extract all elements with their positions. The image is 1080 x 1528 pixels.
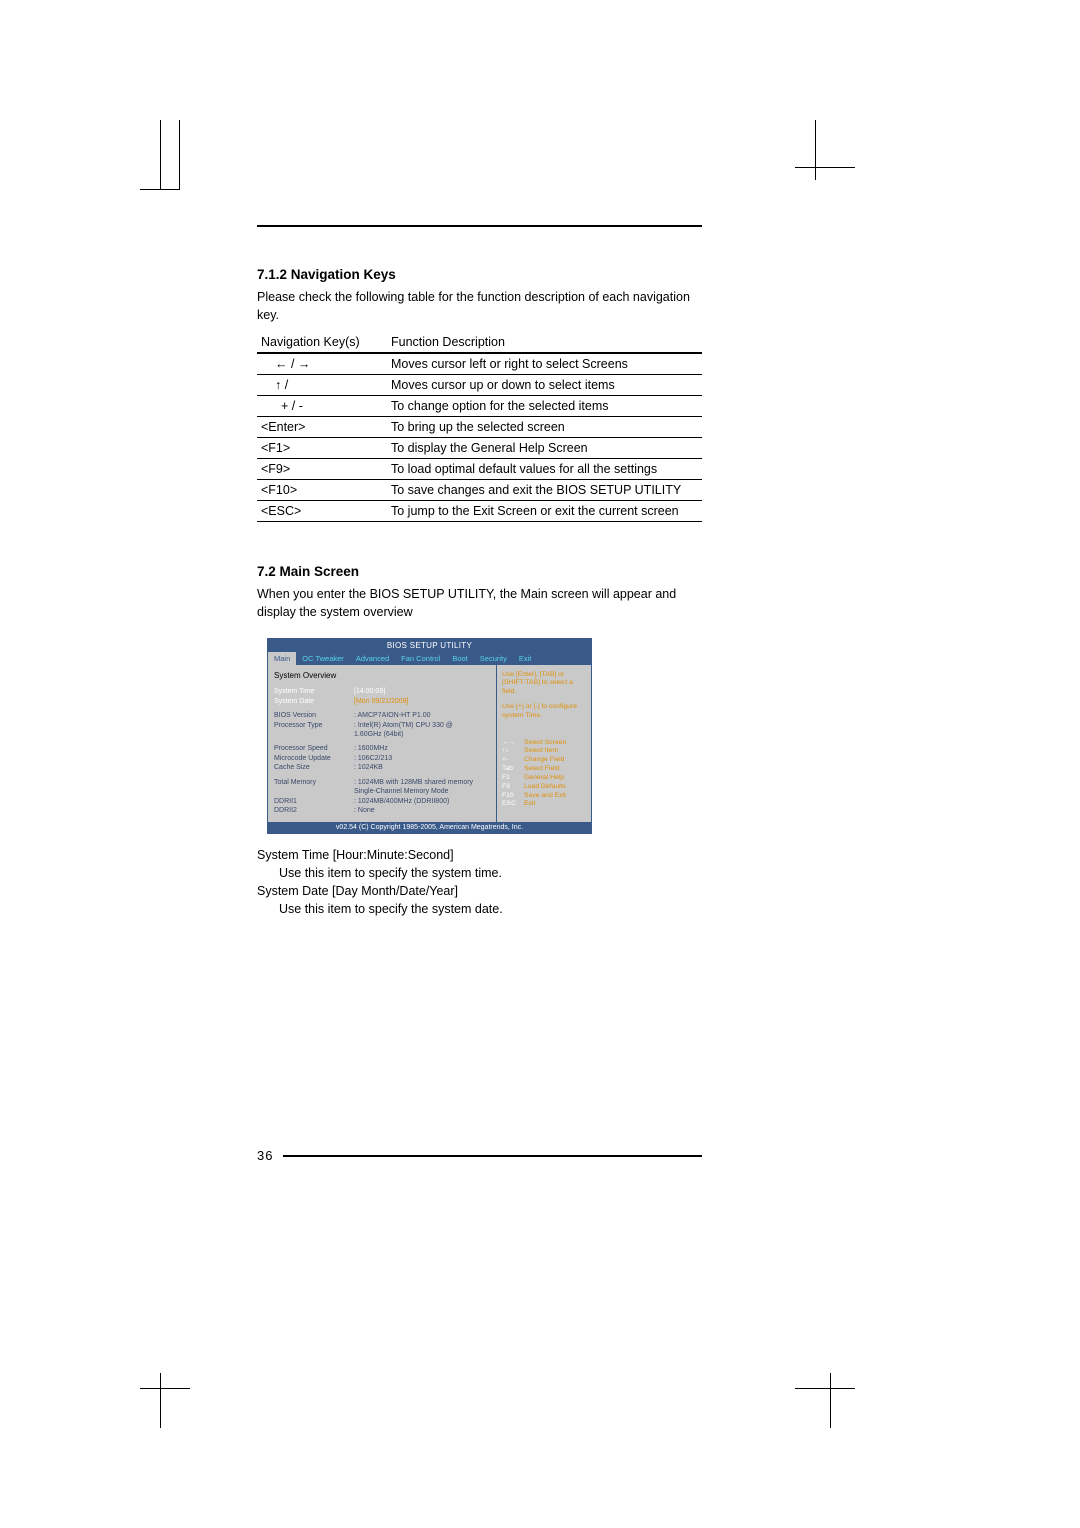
bios-key-hint: ←→Select Screen [502,739,586,748]
section-heading-main-screen: 7.2 Main Screen [257,564,702,579]
crop-mark-tl2 [160,120,161,190]
table-row: <ESC>To jump to the Exit Screen or exit … [257,501,702,522]
sys-time-desc: Use this item to specify the system time… [257,864,702,882]
footer-rule [283,1155,702,1157]
sys-time-title: System Time [Hour:Minute:Second] [257,846,702,864]
sys-date-desc: Use this item to specify the system date… [257,900,702,918]
bios-tab: Security [474,652,513,665]
nav-desc: To change option for the selected items [387,396,702,417]
table-row: + / -To change option for the selected i… [257,396,702,417]
bios-key-hint: F9Load Defaults [502,783,586,792]
nav-key: ← / → [257,353,387,375]
table-row: ← / →Moves cursor left or right to selec… [257,353,702,375]
nav-key: + / - [257,396,387,417]
bios-tab: Advanced [350,652,395,665]
bios-key-hint: ESCExit [502,800,586,809]
bios-info-row: System Time[14:00:09] [274,687,490,696]
bios-tab: OC Tweaker [296,652,350,665]
bios-title: BIOS SETUP UTILITY [268,639,591,652]
bios-left-panel: System Overview System Time[14:00:09]Sys… [268,665,496,822]
system-description: System Time [Hour:Minute:Second] Use thi… [257,846,702,919]
bios-key-hint: F1General Help [502,774,586,783]
header-rule [257,225,702,227]
page-footer: 36 [257,1148,702,1163]
table-row: <Enter>To bring up the selected screen [257,417,702,438]
bios-info-row: Cache Size: 1024KB [274,763,490,772]
bios-info-row: Total Memory: 1024MB with 128MB shared m… [274,778,490,787]
nav-key: <F9> [257,459,387,480]
bios-key-hint: F10Save and Exit [502,792,586,801]
bios-info-row: BIOS Version: AMCP7AION-HT P1.00 [274,711,490,720]
table-row: <F1>To display the General Help Screen [257,438,702,459]
nav-desc: Moves cursor left or right to select Scr… [387,353,702,375]
col-header-key: Navigation Key(s) [257,332,387,353]
bios-tab: Boot [446,652,473,665]
bios-help-mid: Use [+] or [-] to configure system Time. [502,703,586,721]
nav-key: ↑ / [257,375,387,396]
bios-info-row: System Date[Mon 09/21/2009] [274,697,490,706]
nav-keys-table: Navigation Key(s) Function Description ←… [257,332,702,522]
bios-info-row: Single-Channel Memory Mode [274,787,490,796]
bios-right-panel: Use [Enter], [TAB] or [SHIFT-TAB] to sel… [496,665,591,822]
bios-tab: Main [268,652,296,665]
table-row: <F9>To load optimal default values for a… [257,459,702,480]
nav-desc: To jump to the Exit Screen or exit the c… [387,501,702,522]
nav-desc: To save changes and exit the BIOS SETUP … [387,480,702,501]
col-header-desc: Function Description [387,332,702,353]
page-number: 36 [257,1148,273,1163]
nav-desc: To display the General Help Screen [387,438,702,459]
bios-info-row: Processor Type: Intel(R) Atom(TM) CPU 33… [274,721,490,730]
bios-tabs: MainOC TweakerAdvancedFan ControlBootSec… [268,652,591,665]
bios-overview-title: System Overview [274,671,490,682]
bios-key-hint: +-Change Field [502,756,586,765]
bios-info-row: Microcode Update: 106C2/213 [274,754,490,763]
section-intro-main-screen: When you enter the BIOS SETUP UTILITY, t… [257,585,702,621]
section-intro-nav-keys: Please check the following table for the… [257,288,702,324]
sys-date-title: System Date [Day Month/Date/Year] [257,882,702,900]
bios-footer: v02.54 (C) Copyright 1985-2005, American… [268,822,591,833]
bios-tab: Fan Control [395,652,446,665]
crop-mark-tr [795,150,855,190]
page-content: 7.1.2 Navigation Keys Please check the f… [257,225,702,1163]
bios-info-row: Processor Speed: 1600MHz [274,744,490,753]
section-heading-nav-keys: 7.1.2 Navigation Keys [257,267,702,282]
nav-desc: Moves cursor up or down to select items [387,375,702,396]
bios-help-top: Use [Enter], [TAB] or [SHIFT-TAB] to sel… [502,671,586,697]
bios-tab: Exit [513,652,538,665]
bios-screenshot: BIOS SETUP UTILITY MainOC TweakerAdvance… [267,638,592,834]
bios-info-row: DDRII2: None [274,806,490,815]
table-row: ↑ /Moves cursor up or down to select ite… [257,375,702,396]
crop-mark-bl [140,1373,190,1413]
nav-key: <F1> [257,438,387,459]
table-row: <F10>To save changes and exit the BIOS S… [257,480,702,501]
crop-mark-br [795,1373,855,1413]
nav-key: <Enter> [257,417,387,438]
nav-key: <F10> [257,480,387,501]
bios-info-row: 1.60GHz (64bit) [274,730,490,739]
nav-key: <ESC> [257,501,387,522]
bios-key-hint: ↑↓Select Item [502,747,586,756]
bios-key-hint: TabSelect Field [502,765,586,774]
bios-key-hints: ←→Select Screen↑↓Select Item+-Change Fie… [502,739,586,810]
nav-desc: To bring up the selected screen [387,417,702,438]
bios-info-row: DDRII1: 1024MB/400MHz (DDRII800) [274,797,490,806]
nav-desc: To load optimal default values for all t… [387,459,702,480]
